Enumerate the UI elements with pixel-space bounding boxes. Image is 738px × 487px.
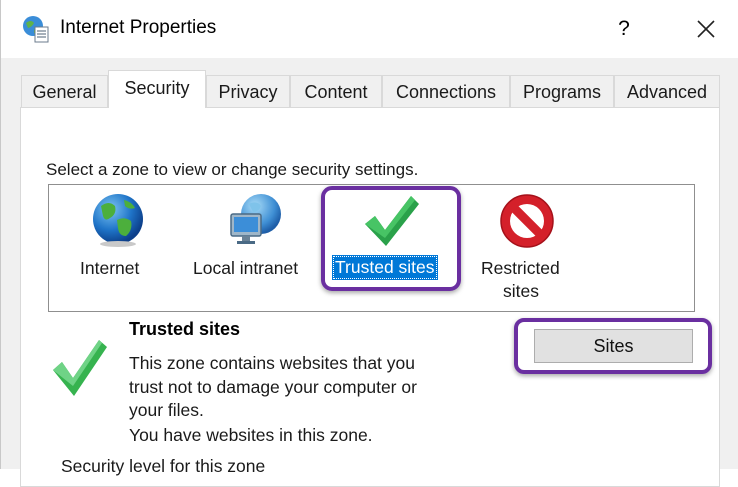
internet-properties-dialog: Internet Properties ? General Security P… xyxy=(0,0,738,487)
tab-programs[interactable]: Programs xyxy=(510,75,614,107)
zone-restricted-label-line1: Restricted xyxy=(481,258,560,278)
tab-general[interactable]: General xyxy=(21,75,108,107)
internet-options-icon xyxy=(23,16,49,43)
tab-advanced[interactable]: Advanced xyxy=(614,75,720,107)
close-icon[interactable] xyxy=(689,12,723,46)
checkmark-icon xyxy=(53,340,107,396)
trusted-sites-highlight xyxy=(321,186,461,291)
restricted-icon xyxy=(500,194,554,248)
select-zone-label: Select a zone to view or change security… xyxy=(46,160,419,179)
sites-button[interactable]: Sites xyxy=(534,329,693,363)
security-level-label: Security level for this zone xyxy=(61,456,266,476)
zone-description-line: your files. xyxy=(129,400,204,420)
zone-description-line: You have websites in this zone. xyxy=(129,425,373,445)
zone-restricted-label-line2: sites xyxy=(503,281,539,301)
zone-internet-label: Internet xyxy=(80,258,140,278)
tab-security[interactable]: Security xyxy=(108,70,206,108)
tab-connections[interactable]: Connections xyxy=(382,75,510,107)
zone-description-line: trust not to damage your computer or xyxy=(129,377,417,397)
zone-description-line: This zone contains websites that you xyxy=(129,353,415,373)
selected-zone-title: Trusted sites xyxy=(129,319,241,339)
local-intranet-icon xyxy=(230,194,281,244)
tab-privacy[interactable]: Privacy xyxy=(206,75,290,107)
zone-local-intranet-label: Local intranet xyxy=(193,258,299,278)
tab-content[interactable]: Content xyxy=(290,75,382,107)
help-button[interactable]: ? xyxy=(609,14,639,44)
title-bar: Internet Properties ? xyxy=(1,0,738,58)
window-title: Internet Properties xyxy=(60,17,217,38)
globe-icon xyxy=(93,194,143,247)
